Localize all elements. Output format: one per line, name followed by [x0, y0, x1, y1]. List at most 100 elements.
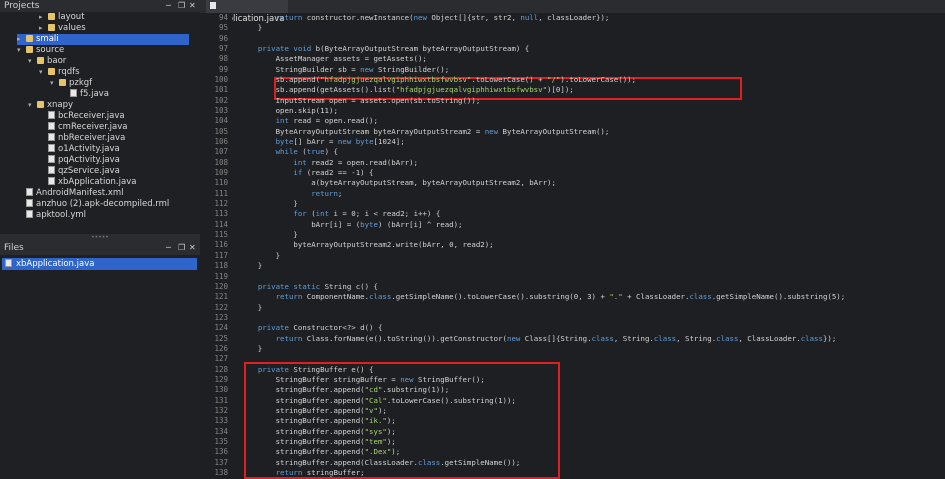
line-number: 131 [214, 395, 228, 405]
code-line: byte[] bArr = new byte[1024]; [275, 137, 405, 147]
file-icon [26, 188, 33, 196]
folder-icon [48, 24, 55, 31]
projects-title: Projects [4, 1, 40, 11]
line-number: 108 [214, 157, 228, 167]
restore-icon[interactable]: ❐ [178, 241, 185, 255]
close-icon[interactable]: ✕ [189, 0, 196, 12]
chevron-down-icon[interactable]: ▾ [50, 78, 59, 89]
tree-node-label: pqActivity.java [58, 155, 120, 165]
line-number: 125 [214, 333, 228, 343]
code-line: AssetManager assets = getAssets(); [240, 54, 427, 64]
tree-node[interactable]: bcReceiver.java [39, 111, 125, 122]
tree-node[interactable]: anzhuo (2).apk-decompiled.rml [17, 199, 169, 210]
chevron-down-icon[interactable]: ▾ [28, 56, 37, 67]
tree-node[interactable]: ▾ source [17, 45, 64, 56]
line-number: 100 [214, 75, 228, 85]
code-line: stringBuffer.append("ik."); [240, 416, 396, 426]
files-title: Files [4, 243, 24, 253]
line-number: 111 [214, 188, 228, 198]
tree-node[interactable]: pqActivity.java [39, 155, 120, 166]
tree-node[interactable]: xbApplication.java [39, 177, 136, 188]
tree-node[interactable]: f5.java [61, 89, 109, 100]
close-icon[interactable]: ✕ [189, 241, 196, 255]
tree-node[interactable]: cmReceiver.java [39, 122, 127, 133]
folder-icon [48, 13, 55, 20]
chevron-down-icon[interactable]: ▾ [17, 45, 26, 56]
tree-node[interactable]: ▾ rqdfs [39, 67, 80, 78]
line-number: 103 [214, 106, 228, 116]
line-number: 106 [214, 137, 228, 147]
line-number: 118 [214, 261, 228, 271]
line-number: 102 [214, 95, 228, 105]
line-number: 134 [214, 426, 228, 436]
code-line: stringBuffer.append("tem"); [240, 436, 396, 446]
tree-node[interactable]: ▸ values [39, 23, 86, 34]
code-line: sb.append("hfadpjgjuezqalvgiphhiwxtbsfwv… [240, 75, 637, 85]
file-icon [70, 89, 77, 97]
line-number: 138 [214, 467, 228, 477]
tree-node-label: baor [47, 56, 67, 66]
file-item-xbapplication[interactable]: xbApplication.java [2, 258, 197, 270]
code-line: stringBuffer.append(ClassLoader.class.ge… [240, 457, 521, 467]
code-line: InputStream open = assets.open(sb.toStri… [240, 95, 481, 105]
line-number: 99 [218, 64, 228, 74]
code-line: } [240, 230, 298, 240]
tree-node[interactable]: ▸ smali [17, 34, 189, 45]
code-line: return Class.forName(e().toString()).get… [275, 333, 837, 343]
code-line: } [240, 23, 263, 33]
line-number-gutter: 94 95 96 97 98 99 100 101 102 103 104 105 106 107 108 1… [200, 13, 232, 479]
tree-node-label: layout [58, 12, 85, 22]
code-line: open.skip(11); [240, 106, 338, 116]
folder-icon [26, 46, 33, 53]
restore-icon[interactable]: ❐ [178, 0, 185, 12]
chevron-right-icon[interactable]: ▸ [39, 23, 48, 34]
line-number: 130 [214, 385, 228, 395]
code-line: private void b(ByteArrayOutputStream byt… [257, 44, 530, 54]
chevron-down-icon[interactable]: ▾ [28, 100, 37, 111]
line-number: 129 [214, 374, 228, 384]
tree-node-label: bcReceiver.java [58, 111, 125, 121]
tree-node[interactable]: nbReceiver.java [39, 133, 125, 144]
line-number: 119 [214, 271, 228, 281]
code-line: sb.append(getAssets().list("hfadpjgjuezq… [240, 85, 574, 95]
java-file-icon [5, 259, 12, 267]
tab-xbapplication[interactable]: xbApplication.java [206, 0, 288, 24]
tree-node-label: o1Activity.java [58, 144, 120, 154]
line-number: 95 [218, 23, 228, 33]
chevron-right-icon[interactable]: ▸ [17, 34, 26, 45]
file-icon [48, 122, 55, 130]
tree-node-label: f5.java [80, 89, 109, 99]
code-line: } [240, 261, 263, 271]
line-number: 122 [214, 302, 228, 312]
code-line: return stringBuffer; [275, 467, 365, 477]
tree-node[interactable]: o1Activity.java [39, 144, 120, 155]
tree-node[interactable]: AndroidManifest.xml [17, 188, 124, 199]
tree-node-label: AndroidManifest.xml [36, 188, 124, 198]
tree-node[interactable]: ▾ xnapy [28, 100, 73, 111]
code-line: stringBuffer.append("Cal".toLowerCase().… [240, 395, 516, 405]
minimize-icon[interactable]: ─ [166, 241, 171, 255]
panel-splitter[interactable]: ••••• [0, 234, 200, 241]
chevron-down-icon[interactable]: ▾ [39, 67, 48, 78]
project-tree[interactable]: ▸ layout ▸ values ▸ smali ▾ source ▾ baor ▾ rqdfs ▾ p… [0, 12, 200, 234]
tree-node[interactable]: qzService.java [39, 166, 120, 177]
editor-tabbar: xbApplication.java [200, 0, 945, 24]
code-line: return ComponentName.class.getSimpleName… [275, 292, 846, 302]
tree-node-label: nbReceiver.java [58, 133, 126, 143]
folder-icon [48, 68, 55, 75]
line-number: 101 [214, 85, 228, 95]
tree-node[interactable]: ▸ layout [39, 12, 85, 23]
chevron-right-icon[interactable]: ▸ [39, 12, 48, 23]
code-line: int read2 = open.read(bArr); [293, 157, 419, 167]
code-area[interactable]: return constructor.newInstance(new Objec… [234, 13, 945, 479]
file-icon [48, 155, 55, 163]
tree-node[interactable]: ▾ pzkgf [50, 78, 92, 89]
tree-node[interactable]: ▾ baor [28, 56, 66, 67]
minimize-icon[interactable]: ─ [166, 0, 171, 12]
tree-node[interactable]: apktool.yml [17, 210, 86, 221]
line-number: 128 [214, 364, 228, 374]
file-icon [48, 166, 55, 174]
file-icon [26, 210, 33, 218]
line-number: 113 [214, 209, 228, 219]
tree-node-label: qzService.java [58, 166, 120, 176]
